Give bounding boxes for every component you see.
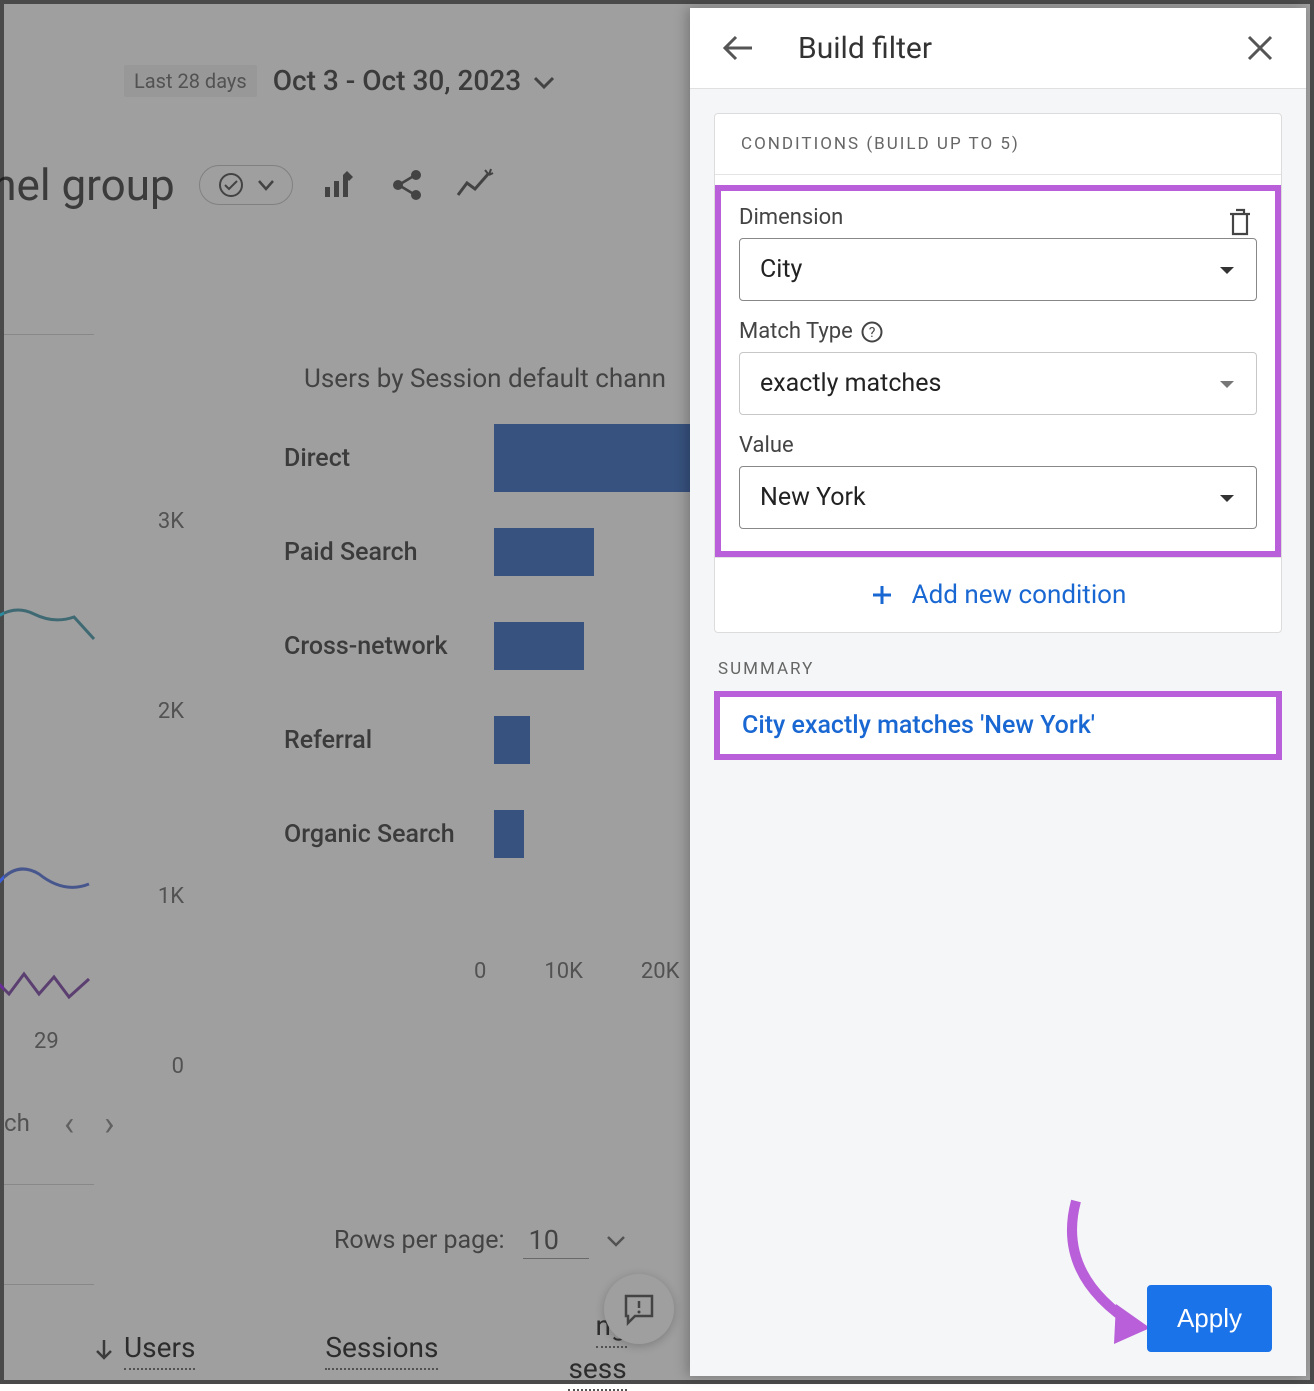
tab-sessions[interactable]: Sessions	[325, 1309, 438, 1391]
close-button[interactable]	[1240, 28, 1280, 68]
conditions-header: CONDITIONS (BUILD UP TO 5)	[715, 114, 1281, 175]
matchtype-value: exactly matches	[760, 369, 941, 398]
line-chart-partial	[0, 599, 104, 1049]
value-label: Value	[739, 433, 1257, 458]
bar-label: Cross-network	[284, 632, 484, 661]
bar-label: Paid Search	[284, 538, 484, 567]
arrow-down-icon	[94, 1338, 114, 1362]
tab-label: sess	[568, 1352, 626, 1391]
x-tick: 0	[474, 959, 486, 984]
caret-down-icon	[1218, 492, 1236, 504]
condition-block: Dimension City Match Type ? exactly matc…	[715, 185, 1281, 557]
y-tick: 3K	[134, 509, 184, 534]
caret-down-icon	[1218, 378, 1236, 390]
report-title: annel group	[0, 159, 175, 211]
plus-icon	[870, 583, 894, 607]
tab-label: Sessions	[325, 1331, 438, 1370]
pagination-arrows[interactable]: ‹ ›	[64, 1104, 114, 1144]
build-filter-panel: Build filter CONDITIONS (BUILD UP TO 5) …	[690, 8, 1306, 1376]
matchtype-label: Match Type ?	[739, 319, 1257, 344]
date-range-row: Last 28 days Oct 3 - Oct 30, 2023	[124, 64, 554, 97]
customize-report-icon[interactable]	[317, 163, 361, 207]
date-chip[interactable]: Last 28 days	[124, 65, 257, 97]
tab-users[interactable]: Users	[94, 1309, 195, 1391]
label-partial: ch	[4, 1109, 30, 1137]
dimension-select[interactable]: City	[739, 238, 1257, 301]
tab-label: Users	[124, 1331, 195, 1370]
conditions-card: CONDITIONS (BUILD UP TO 5) Dimension Cit…	[714, 113, 1282, 633]
matchtype-select[interactable]: exactly matches	[739, 352, 1257, 415]
bar	[494, 528, 594, 576]
arrow-left-icon	[722, 34, 754, 62]
check-circle-icon	[218, 172, 244, 198]
dimension-label: Dimension	[739, 205, 843, 230]
share-icon[interactable]	[385, 163, 429, 207]
caret-down-icon	[534, 76, 554, 90]
delete-condition-button[interactable]	[1227, 207, 1257, 237]
x-tick: 20K	[641, 959, 680, 984]
value-select[interactable]: New York	[739, 466, 1257, 529]
bar-label: Organic Search	[284, 820, 484, 849]
svg-text:?: ?	[869, 325, 876, 341]
bar	[494, 716, 530, 764]
bar	[494, 424, 714, 492]
y-tick: 0	[134, 1054, 184, 1079]
bar-label: Referral	[284, 726, 484, 755]
apply-button[interactable]: Apply	[1147, 1285, 1272, 1352]
rows-per-page-label: Rows per page:	[334, 1226, 505, 1255]
x-tick: 10K	[544, 959, 583, 984]
chart-title: Users by Session default chann	[304, 364, 666, 394]
bar-chart: Users by Session default chann 3K 2K 1K …	[4, 384, 704, 944]
rows-per-page-select[interactable]: 10	[523, 1222, 589, 1259]
rows-per-page: Rows per page: 10	[334, 1222, 625, 1259]
add-condition-label: Add new condition	[912, 580, 1127, 610]
caret-down-icon	[258, 179, 274, 191]
back-button[interactable]	[718, 28, 758, 68]
insights-icon[interactable]	[453, 163, 497, 207]
add-condition-button[interactable]: Add new condition	[715, 557, 1281, 632]
prev-chevron-icon[interactable]: ‹	[64, 1104, 74, 1144]
bar-label: Direct	[284, 444, 484, 473]
x-tick-29: 29	[34, 1029, 59, 1054]
next-chevron-icon[interactable]: ›	[104, 1104, 114, 1144]
help-icon[interactable]: ?	[861, 321, 883, 343]
bar	[494, 622, 584, 670]
feedback-icon	[621, 1291, 657, 1327]
dimension-value: City	[760, 255, 802, 284]
status-pill[interactable]	[199, 165, 293, 205]
panel-title: Build filter	[798, 31, 932, 66]
caret-down-icon	[607, 1235, 625, 1247]
close-icon	[1246, 34, 1274, 62]
value-value: New York	[760, 483, 866, 512]
feedback-button[interactable]	[604, 1274, 674, 1344]
trash-icon	[1227, 207, 1253, 237]
summary-header: SUMMARY	[714, 633, 1282, 691]
report-title-row: annel group	[0, 159, 497, 211]
y-tick: 1K	[134, 884, 184, 909]
bar	[494, 810, 524, 858]
y-tick: 2K	[134, 699, 184, 724]
caret-down-icon	[1218, 264, 1236, 276]
date-range[interactable]: Oct 3 - Oct 30, 2023	[273, 64, 554, 97]
summary-text: City exactly matches 'New York'	[714, 691, 1282, 760]
